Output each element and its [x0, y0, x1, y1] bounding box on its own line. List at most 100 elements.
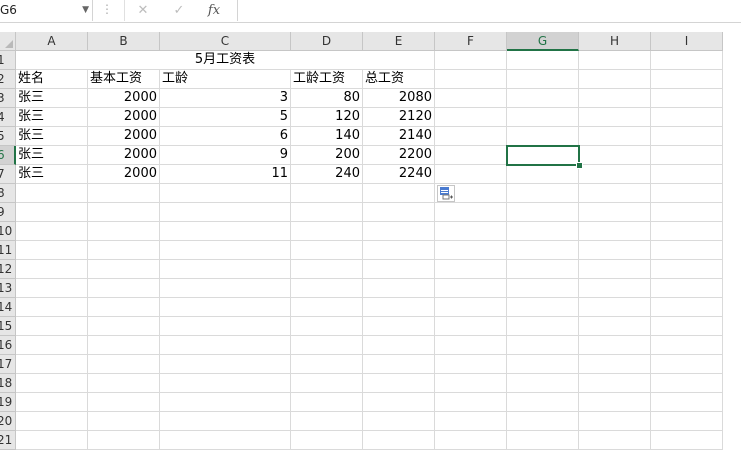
cell-h18[interactable]	[579, 374, 651, 393]
cell-e2[interactable]: 总工资	[363, 70, 435, 89]
cell-i12[interactable]	[651, 260, 723, 279]
cell-d10[interactable]	[291, 222, 363, 241]
cell-d17[interactable]	[291, 355, 363, 374]
check-icon[interactable]: ✓	[167, 0, 191, 21]
cell-e11[interactable]	[363, 241, 435, 260]
cell-b21[interactable]	[88, 431, 160, 450]
cell-b17[interactable]	[88, 355, 160, 374]
cell-f4[interactable]	[435, 108, 507, 127]
cell-e16[interactable]	[363, 336, 435, 355]
row-header-19[interactable]: 19	[0, 393, 16, 412]
chevron-down-icon[interactable]: ▼	[82, 0, 89, 21]
cell-f21[interactable]	[435, 431, 507, 450]
cell-i7[interactable]	[651, 165, 723, 184]
column-header-a[interactable]: A	[16, 32, 88, 51]
cell-f9[interactable]	[435, 203, 507, 222]
cell-g4[interactable]	[507, 108, 579, 127]
cell-a2[interactable]: 姓名	[16, 70, 88, 89]
cell-h12[interactable]	[579, 260, 651, 279]
cell-d12[interactable]	[291, 260, 363, 279]
cell-h17[interactable]	[579, 355, 651, 374]
cell-i18[interactable]	[651, 374, 723, 393]
cell-c14[interactable]	[160, 298, 291, 317]
cell-b15[interactable]	[88, 317, 160, 336]
cell-c16[interactable]	[160, 336, 291, 355]
cell-f18[interactable]	[435, 374, 507, 393]
cell-i9[interactable]	[651, 203, 723, 222]
cell-d16[interactable]	[291, 336, 363, 355]
cell-f20[interactable]	[435, 412, 507, 431]
row-header-11[interactable]: 11	[0, 241, 16, 260]
cell-g18[interactable]	[507, 374, 579, 393]
cell-g3[interactable]	[507, 89, 579, 108]
row-header-4[interactable]: 4	[0, 108, 16, 127]
cell-a18[interactable]	[16, 374, 88, 393]
cell-d5[interactable]: 140	[291, 127, 363, 146]
cell-d19[interactable]	[291, 393, 363, 412]
row-header-2[interactable]: 2	[0, 70, 16, 89]
cell-f3[interactable]	[435, 89, 507, 108]
cell-e5[interactable]: 2140	[363, 127, 435, 146]
cell-c6[interactable]: 9	[160, 146, 291, 165]
column-header-i[interactable]: I	[651, 32, 723, 51]
cell-b18[interactable]	[88, 374, 160, 393]
cell-g16[interactable]	[507, 336, 579, 355]
cell-d14[interactable]	[291, 298, 363, 317]
cell-f15[interactable]	[435, 317, 507, 336]
cell-i6[interactable]	[651, 146, 723, 165]
cell-i3[interactable]	[651, 89, 723, 108]
cell-g7[interactable]	[507, 165, 579, 184]
cell-i16[interactable]	[651, 336, 723, 355]
cell-e14[interactable]	[363, 298, 435, 317]
cell-f17[interactable]	[435, 355, 507, 374]
cell-h8[interactable]	[579, 184, 651, 203]
cell-a5[interactable]: 张三	[16, 127, 88, 146]
cell-b4[interactable]: 2000	[88, 108, 160, 127]
cell-g20[interactable]	[507, 412, 579, 431]
cell-i8[interactable]	[651, 184, 723, 203]
cell-c5[interactable]: 6	[160, 127, 291, 146]
cell-d3[interactable]: 80	[291, 89, 363, 108]
cell-c18[interactable]	[160, 374, 291, 393]
cell-a17[interactable]	[16, 355, 88, 374]
cell-h15[interactable]	[579, 317, 651, 336]
cell-i13[interactable]	[651, 279, 723, 298]
cell-d6[interactable]: 200	[291, 146, 363, 165]
cell-g19[interactable]	[507, 393, 579, 412]
cell-e21[interactable]	[363, 431, 435, 450]
cell-i15[interactable]	[651, 317, 723, 336]
cell-d4[interactable]: 120	[291, 108, 363, 127]
cell-d15[interactable]	[291, 317, 363, 336]
cell-h19[interactable]	[579, 393, 651, 412]
cell-h7[interactable]	[579, 165, 651, 184]
cell-d11[interactable]	[291, 241, 363, 260]
row-header-8[interactable]: 8	[0, 184, 16, 203]
cell-i10[interactable]	[651, 222, 723, 241]
row-header-18[interactable]: 18	[0, 374, 16, 393]
cell-f16[interactable]	[435, 336, 507, 355]
cell-d7[interactable]: 240	[291, 165, 363, 184]
cell-a19[interactable]	[16, 393, 88, 412]
cell-f12[interactable]	[435, 260, 507, 279]
cell-e19[interactable]	[363, 393, 435, 412]
column-header-g[interactable]: G	[507, 32, 579, 51]
cell-f2[interactable]	[435, 70, 507, 89]
cell-g11[interactable]	[507, 241, 579, 260]
cell-c8[interactable]	[160, 184, 291, 203]
row-header-10[interactable]: 10	[0, 222, 16, 241]
cell-f1[interactable]	[435, 51, 507, 70]
cell-b2[interactable]: 基本工资	[88, 70, 160, 89]
cell-c2[interactable]: 工龄	[160, 70, 291, 89]
cell-e20[interactable]	[363, 412, 435, 431]
cell-f6[interactable]	[435, 146, 507, 165]
fill-handle[interactable]	[576, 162, 583, 169]
cell-b12[interactable]	[88, 260, 160, 279]
cell-b20[interactable]	[88, 412, 160, 431]
cell-g17[interactable]	[507, 355, 579, 374]
cell-a20[interactable]	[16, 412, 88, 431]
row-header-20[interactable]: 20	[0, 412, 16, 431]
cell-a8[interactable]	[16, 184, 88, 203]
cell-a1[interactable]: 5月工资表	[16, 51, 435, 70]
cell-g9[interactable]	[507, 203, 579, 222]
cell-c12[interactable]	[160, 260, 291, 279]
